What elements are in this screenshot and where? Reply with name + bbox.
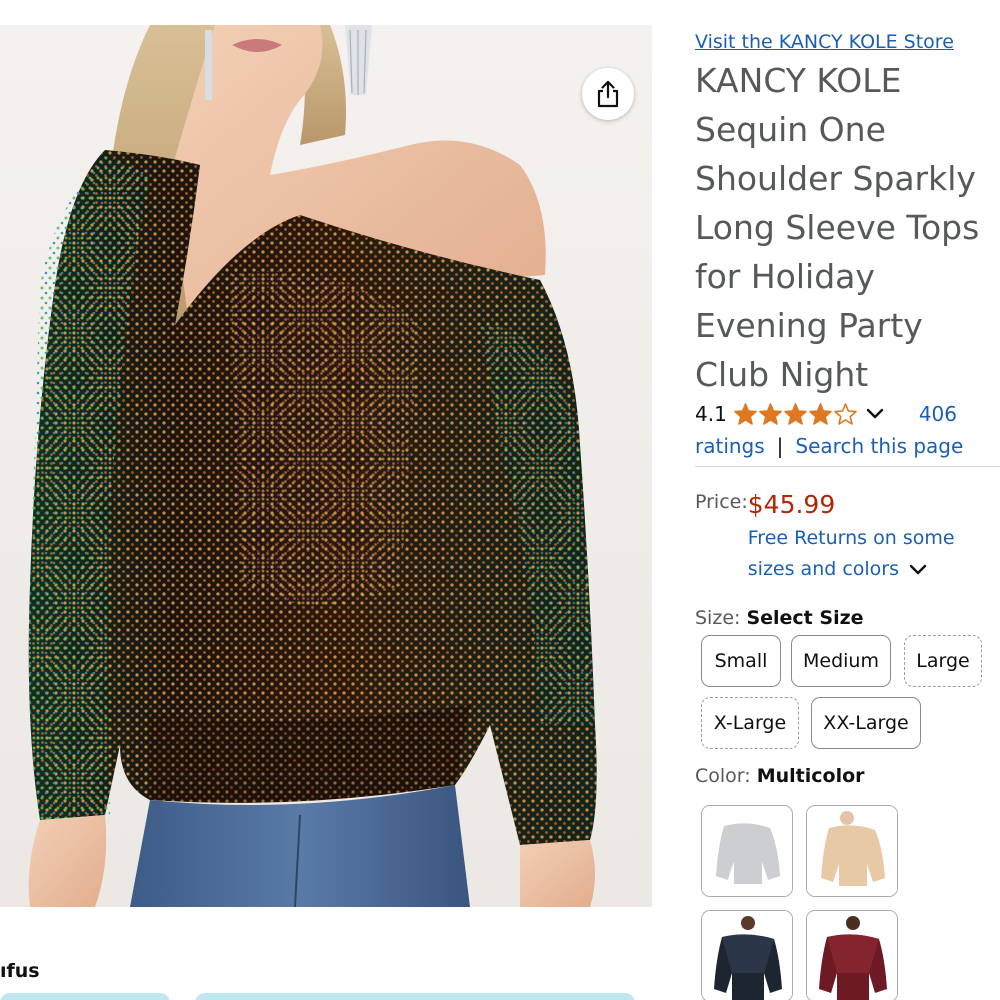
separator: | — [776, 434, 784, 458]
size-option-x-large[interactable]: X-Large — [701, 697, 799, 749]
color-label-text: Color: — [695, 765, 751, 787]
swatch-image — [807, 911, 897, 1000]
color-swatch-black[interactable] — [701, 910, 793, 1000]
search-page-link[interactable]: Search this page — [795, 434, 963, 458]
rating-value: 4.1 — [695, 402, 727, 426]
star-icon — [834, 402, 857, 425]
size-label-text: Size: — [695, 607, 741, 629]
size-selected: Select Size — [746, 607, 864, 629]
size-label: Size: Select Size — [695, 607, 995, 629]
store-link[interactable]: Visit the KANCY KOLE Store — [695, 28, 995, 56]
pill-button[interactable] — [195, 993, 635, 1000]
rating-row: 4.1 406 — [695, 399, 995, 429]
size-option-large[interactable]: Large — [904, 635, 982, 687]
product-image[interactable] — [0, 25, 652, 907]
star-icon — [784, 402, 807, 425]
color-swatch-silver[interactable] — [701, 805, 793, 897]
share-button[interactable] — [582, 68, 634, 120]
swatch-image — [702, 911, 792, 1000]
size-option-small[interactable]: Small — [701, 635, 781, 687]
chevron-down-icon — [909, 564, 927, 574]
free-returns-link[interactable]: Free Returns on some sizes and colors — [748, 523, 995, 585]
color-swatch-champagne[interactable] — [806, 805, 898, 897]
partial-text: ıfus — [0, 960, 40, 982]
price-block: $45.99 Free Returns on some sizes and co… — [748, 489, 995, 585]
color-swatch-wine-red[interactable] — [806, 910, 898, 1000]
color-selected: Multicolor — [756, 765, 865, 787]
star-icon — [759, 402, 782, 425]
price: $45.99 — [747, 490, 836, 519]
price-row: Price: $45.99 Free Returns on some sizes… — [695, 489, 995, 585]
swatch-image — [702, 806, 792, 896]
product-photo — [0, 25, 652, 907]
star-rating[interactable] — [733, 402, 858, 427]
color-label: Color: Multicolor — [695, 765, 995, 787]
ratings-line: ratings | Search this page — [695, 429, 995, 463]
star-icon — [809, 402, 832, 425]
product-info: Visit the KANCY KOLE Store KANCY KOLE Se… — [695, 28, 1000, 787]
star-icon — [734, 402, 757, 425]
size-options: Small Medium Large X-Large XX-Large — [695, 635, 995, 765]
swatch-image — [807, 806, 897, 896]
ratings-count[interactable]: 406 — [919, 402, 957, 426]
product-title: KANCY KOLE Sequin One Shoulder Sparkly L… — [695, 61, 980, 394]
chevron-down-icon[interactable] — [866, 408, 884, 420]
size-option-medium[interactable]: Medium — [791, 635, 891, 687]
price-label: Price: — [695, 491, 748, 513]
ratings-link[interactable]: ratings — [695, 434, 765, 458]
size-option-xx-large[interactable]: XX-Large — [811, 697, 921, 749]
pill-button[interactable] — [0, 993, 170, 1000]
share-icon — [597, 80, 619, 108]
divider — [695, 466, 1000, 467]
